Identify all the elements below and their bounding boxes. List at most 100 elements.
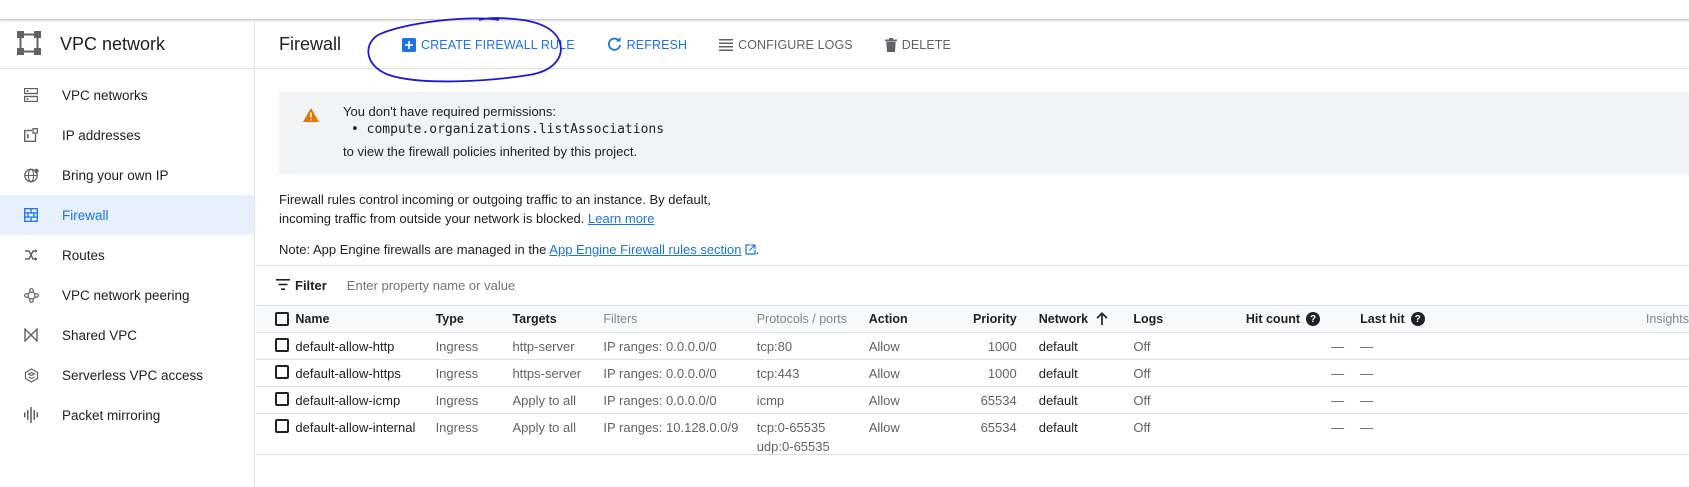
delete-button[interactable]: DELETE — [884, 37, 951, 52]
row-checkbox[interactable] — [275, 392, 289, 406]
col-insights: Insights — [1636, 305, 1689, 333]
app-engine-note: Note: App Engine firewalls are managed i… — [279, 242, 1689, 257]
rule-action: Allow — [868, 413, 938, 455]
rule-logs: Off — [1133, 386, 1246, 414]
rule-hit-count: — — [1245, 332, 1361, 360]
rule-priority: 1000 — [937, 332, 1017, 360]
rule-name[interactable]: default-allow-http — [295, 332, 436, 360]
col-filters: Filters — [603, 305, 757, 333]
sidebar-item-label: Packet mirroring — [62, 407, 161, 423]
col-last-hit[interactable]: Last hit? — [1360, 305, 1637, 333]
col-priority[interactable]: Priority — [937, 305, 1017, 333]
rule-protocols: tcp:443 — [756, 359, 869, 387]
rule-last-hit: — — [1360, 332, 1637, 360]
filter-input[interactable] — [346, 278, 747, 293]
firewall-description: Firewall rules control incoming or outgo… — [279, 190, 759, 228]
sidebar-item-label: Firewall — [62, 207, 109, 223]
ip-addresses-icon — [23, 127, 39, 143]
configure-logs-button[interactable]: CONFIGURE LOGS — [719, 38, 853, 52]
sidebar-item-vpc-network-peering[interactable]: VPC network peering — [0, 275, 254, 315]
sidebar-item-firewall[interactable]: Firewall — [0, 195, 254, 235]
rule-name[interactable]: default-allow-icmp — [295, 386, 436, 414]
add-box-icon — [402, 37, 416, 52]
create-firewall-rule-button[interactable]: CREATE FIREWALL RULE — [402, 37, 575, 52]
col-action[interactable]: Action — [868, 305, 938, 333]
col-hit-count[interactable]: Hit count? — [1245, 305, 1361, 333]
filter-label: Filter — [295, 278, 327, 293]
sidebar-item-packet-mirroring[interactable]: Packet mirroring — [0, 395, 254, 435]
rule-network[interactable]: default — [1038, 413, 1134, 455]
rule-action: Allow — [868, 359, 938, 387]
rule-type: Ingress — [435, 413, 513, 455]
rule-name[interactable]: default-allow-https — [295, 359, 436, 387]
hit-count-help-icon[interactable]: ? — [1306, 312, 1321, 327]
filter-bar: Filter — [256, 265, 1689, 305]
col-last-hit-label: Last hit — [1360, 311, 1405, 326]
table-row[interactable]: default-allow-https Ingress https-server… — [256, 359, 1689, 387]
sidebar-item-bring-your-own-ip[interactable]: Bring your own IP — [0, 155, 254, 195]
col-network[interactable]: Network — [1038, 305, 1134, 333]
rule-targets: Apply to all — [512, 386, 604, 414]
rule-name[interactable]: default-allow-internal — [295, 413, 436, 455]
rule-logs: Off — [1133, 332, 1246, 360]
table-row[interactable]: default-allow-icmp Ingress Apply to all … — [256, 386, 1689, 414]
firewall-icon — [23, 207, 39, 223]
select-all-checkbox[interactable] — [275, 311, 289, 326]
rule-filters: IP ranges: 0.0.0.0/0 — [603, 359, 757, 387]
sidebar-item-ip-addresses[interactable]: IP addresses — [0, 115, 254, 155]
col-hit-count-label: Hit count — [1245, 311, 1301, 326]
main-content: Firewall CREATE FIREWALL RULE REFRESH CO… — [256, 17, 1689, 487]
vpc-networks-icon — [23, 87, 39, 103]
firewall-rules-table: Name Type Targets Filters Protocols / po… — [256, 305, 1689, 455]
col-protocols: Protocols / ports — [756, 305, 869, 333]
sidebar-item-label: Shared VPC — [62, 327, 138, 343]
col-targets[interactable]: Targets — [512, 305, 604, 333]
sidebar-title: VPC network — [60, 34, 166, 54]
rule-hit-count: — — [1245, 413, 1361, 455]
last-hit-help-icon[interactable]: ? — [1410, 312, 1425, 327]
col-network-label: Network — [1038, 312, 1089, 326]
shared-vpc-icon — [23, 327, 39, 343]
learn-more-link[interactable]: Learn more — [588, 211, 654, 226]
routes-icon — [23, 247, 39, 263]
trash-icon — [884, 37, 897, 52]
refresh-button[interactable]: REFRESH — [607, 37, 687, 52]
rule-priority: 1000 — [937, 359, 1017, 387]
rule-type: Ingress — [435, 386, 513, 414]
col-logs[interactable]: Logs — [1133, 305, 1246, 333]
sort-ascending-icon[interactable] — [1088, 312, 1108, 326]
rule-network[interactable]: default — [1038, 332, 1134, 360]
rule-protocols: tcp:80 — [756, 332, 869, 360]
col-name[interactable]: Name — [295, 305, 436, 333]
delete-label: DELETE — [901, 37, 951, 52]
sidebar-item-label: VPC network peering — [62, 287, 190, 303]
row-checkbox[interactable] — [275, 338, 289, 352]
serverless-icon — [23, 367, 39, 383]
table-row[interactable]: default-allow-internal Ingress Apply to … — [256, 413, 1689, 455]
sidebar-item-shared-vpc[interactable]: Shared VPC — [0, 315, 254, 355]
rule-action: Allow — [868, 386, 938, 414]
warning-icon — [303, 108, 319, 125]
configure-logs-label: CONFIGURE LOGS — [738, 37, 853, 52]
table-row[interactable]: default-allow-http Ingress http-server I… — [256, 332, 1689, 360]
rule-type: Ingress — [435, 359, 513, 387]
row-checkbox[interactable] — [275, 419, 289, 433]
packet-mirroring-icon — [23, 407, 39, 423]
filter-icon — [276, 278, 290, 293]
sidebar-item-routes[interactable]: Routes — [0, 235, 254, 275]
sidebar-item-vpc-networks[interactable]: VPC networks — [0, 75, 254, 115]
browser-top-edge — [0, 0, 1689, 20]
list-icon — [719, 38, 734, 51]
rule-targets: Apply to all — [512, 413, 604, 455]
rule-network[interactable]: default — [1038, 359, 1134, 387]
rule-network[interactable]: default — [1038, 386, 1134, 414]
col-type[interactable]: Type — [435, 305, 513, 333]
rule-last-hit: — — [1360, 386, 1637, 414]
sidebar-item-serverless-vpc-access[interactable]: Serverless VPC access — [0, 355, 254, 395]
rule-hit-count: — — [1245, 359, 1361, 387]
row-checkbox[interactable] — [275, 365, 289, 379]
warning-message: You don't have required permissions: — [343, 104, 557, 119]
peering-icon — [23, 287, 39, 303]
app-engine-firewall-link[interactable]: App Engine Firewall rules section — [549, 242, 741, 257]
rule-priority: 65534 — [937, 413, 1017, 455]
